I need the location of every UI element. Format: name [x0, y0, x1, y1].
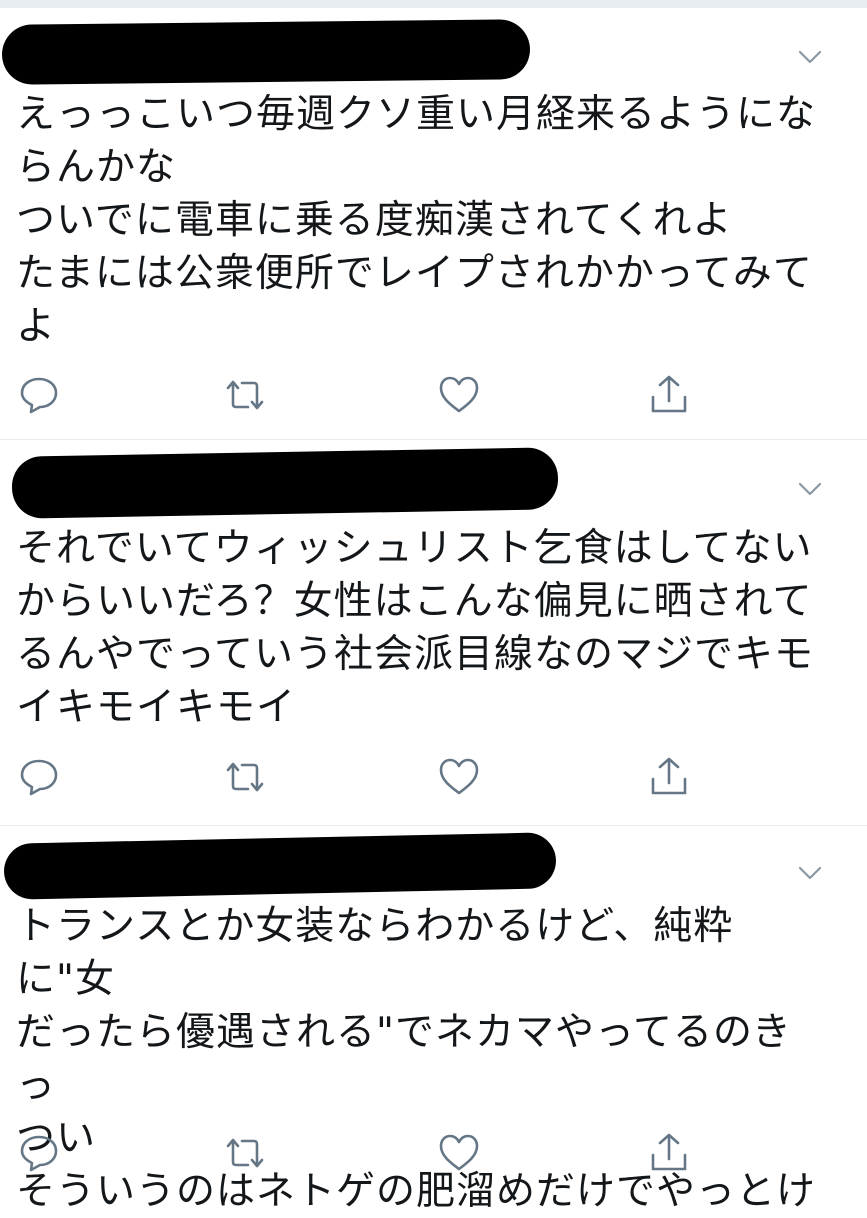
retweet-icon	[222, 1132, 268, 1174]
share-button[interactable]	[644, 370, 694, 420]
share-button[interactable]	[644, 1128, 694, 1178]
reply-icon	[18, 374, 60, 416]
tweet-actions	[0, 370, 867, 420]
like-button[interactable]	[434, 370, 484, 420]
tweet-actions	[0, 1128, 867, 1178]
like-button[interactable]	[434, 752, 484, 802]
heart-icon	[437, 1132, 481, 1174]
top-divider	[0, 0, 867, 8]
retweet-icon	[222, 374, 268, 416]
share-button[interactable]	[644, 752, 694, 802]
chevron-down-icon[interactable]	[797, 476, 823, 502]
tweet-text: それでいてウィッシュリスト乞食はしてない からいいだろ？女性はこんな偏見に晒され…	[16, 526, 815, 730]
reply-icon	[18, 756, 60, 798]
reply-button[interactable]	[14, 1128, 64, 1178]
share-icon	[647, 373, 691, 417]
redacted-author-bar	[1, 19, 531, 85]
redacted-author-bar	[11, 447, 559, 519]
heart-icon	[437, 374, 481, 416]
redacted-author-bar	[3, 832, 557, 900]
chevron-down-icon[interactable]	[797, 860, 823, 886]
reply-button[interactable]	[14, 370, 64, 420]
tweet-card[interactable]: それでいてウィッシュリスト乞食はしてない からいいだろ？女性はこんな偏見に晒され…	[0, 440, 867, 826]
reply-button[interactable]	[14, 752, 64, 802]
tweet-card[interactable]: トランスとか女装ならわかるけど、純粋に"女 だったら優遇される"でネカマやってる…	[0, 826, 867, 1214]
tweet-text: えっっこいつ毎週クソ重い月経来るようにな らんかな ついでに電車に乗る度痴漢され…	[16, 92, 817, 349]
share-icon	[647, 1131, 691, 1175]
retweet-button[interactable]	[220, 752, 270, 802]
retweet-button[interactable]	[220, 370, 270, 420]
retweet-icon	[222, 756, 268, 798]
heart-icon	[437, 756, 481, 798]
reply-icon	[18, 1132, 60, 1174]
chevron-down-icon[interactable]	[797, 44, 823, 70]
like-button[interactable]	[434, 1128, 484, 1178]
tweet-card[interactable]: えっっこいつ毎週クソ重い月経来るようにな らんかな ついでに電車に乗る度痴漢され…	[0, 8, 867, 440]
retweet-button[interactable]	[220, 1128, 270, 1178]
share-icon	[647, 755, 691, 799]
tweet-actions	[0, 752, 867, 802]
